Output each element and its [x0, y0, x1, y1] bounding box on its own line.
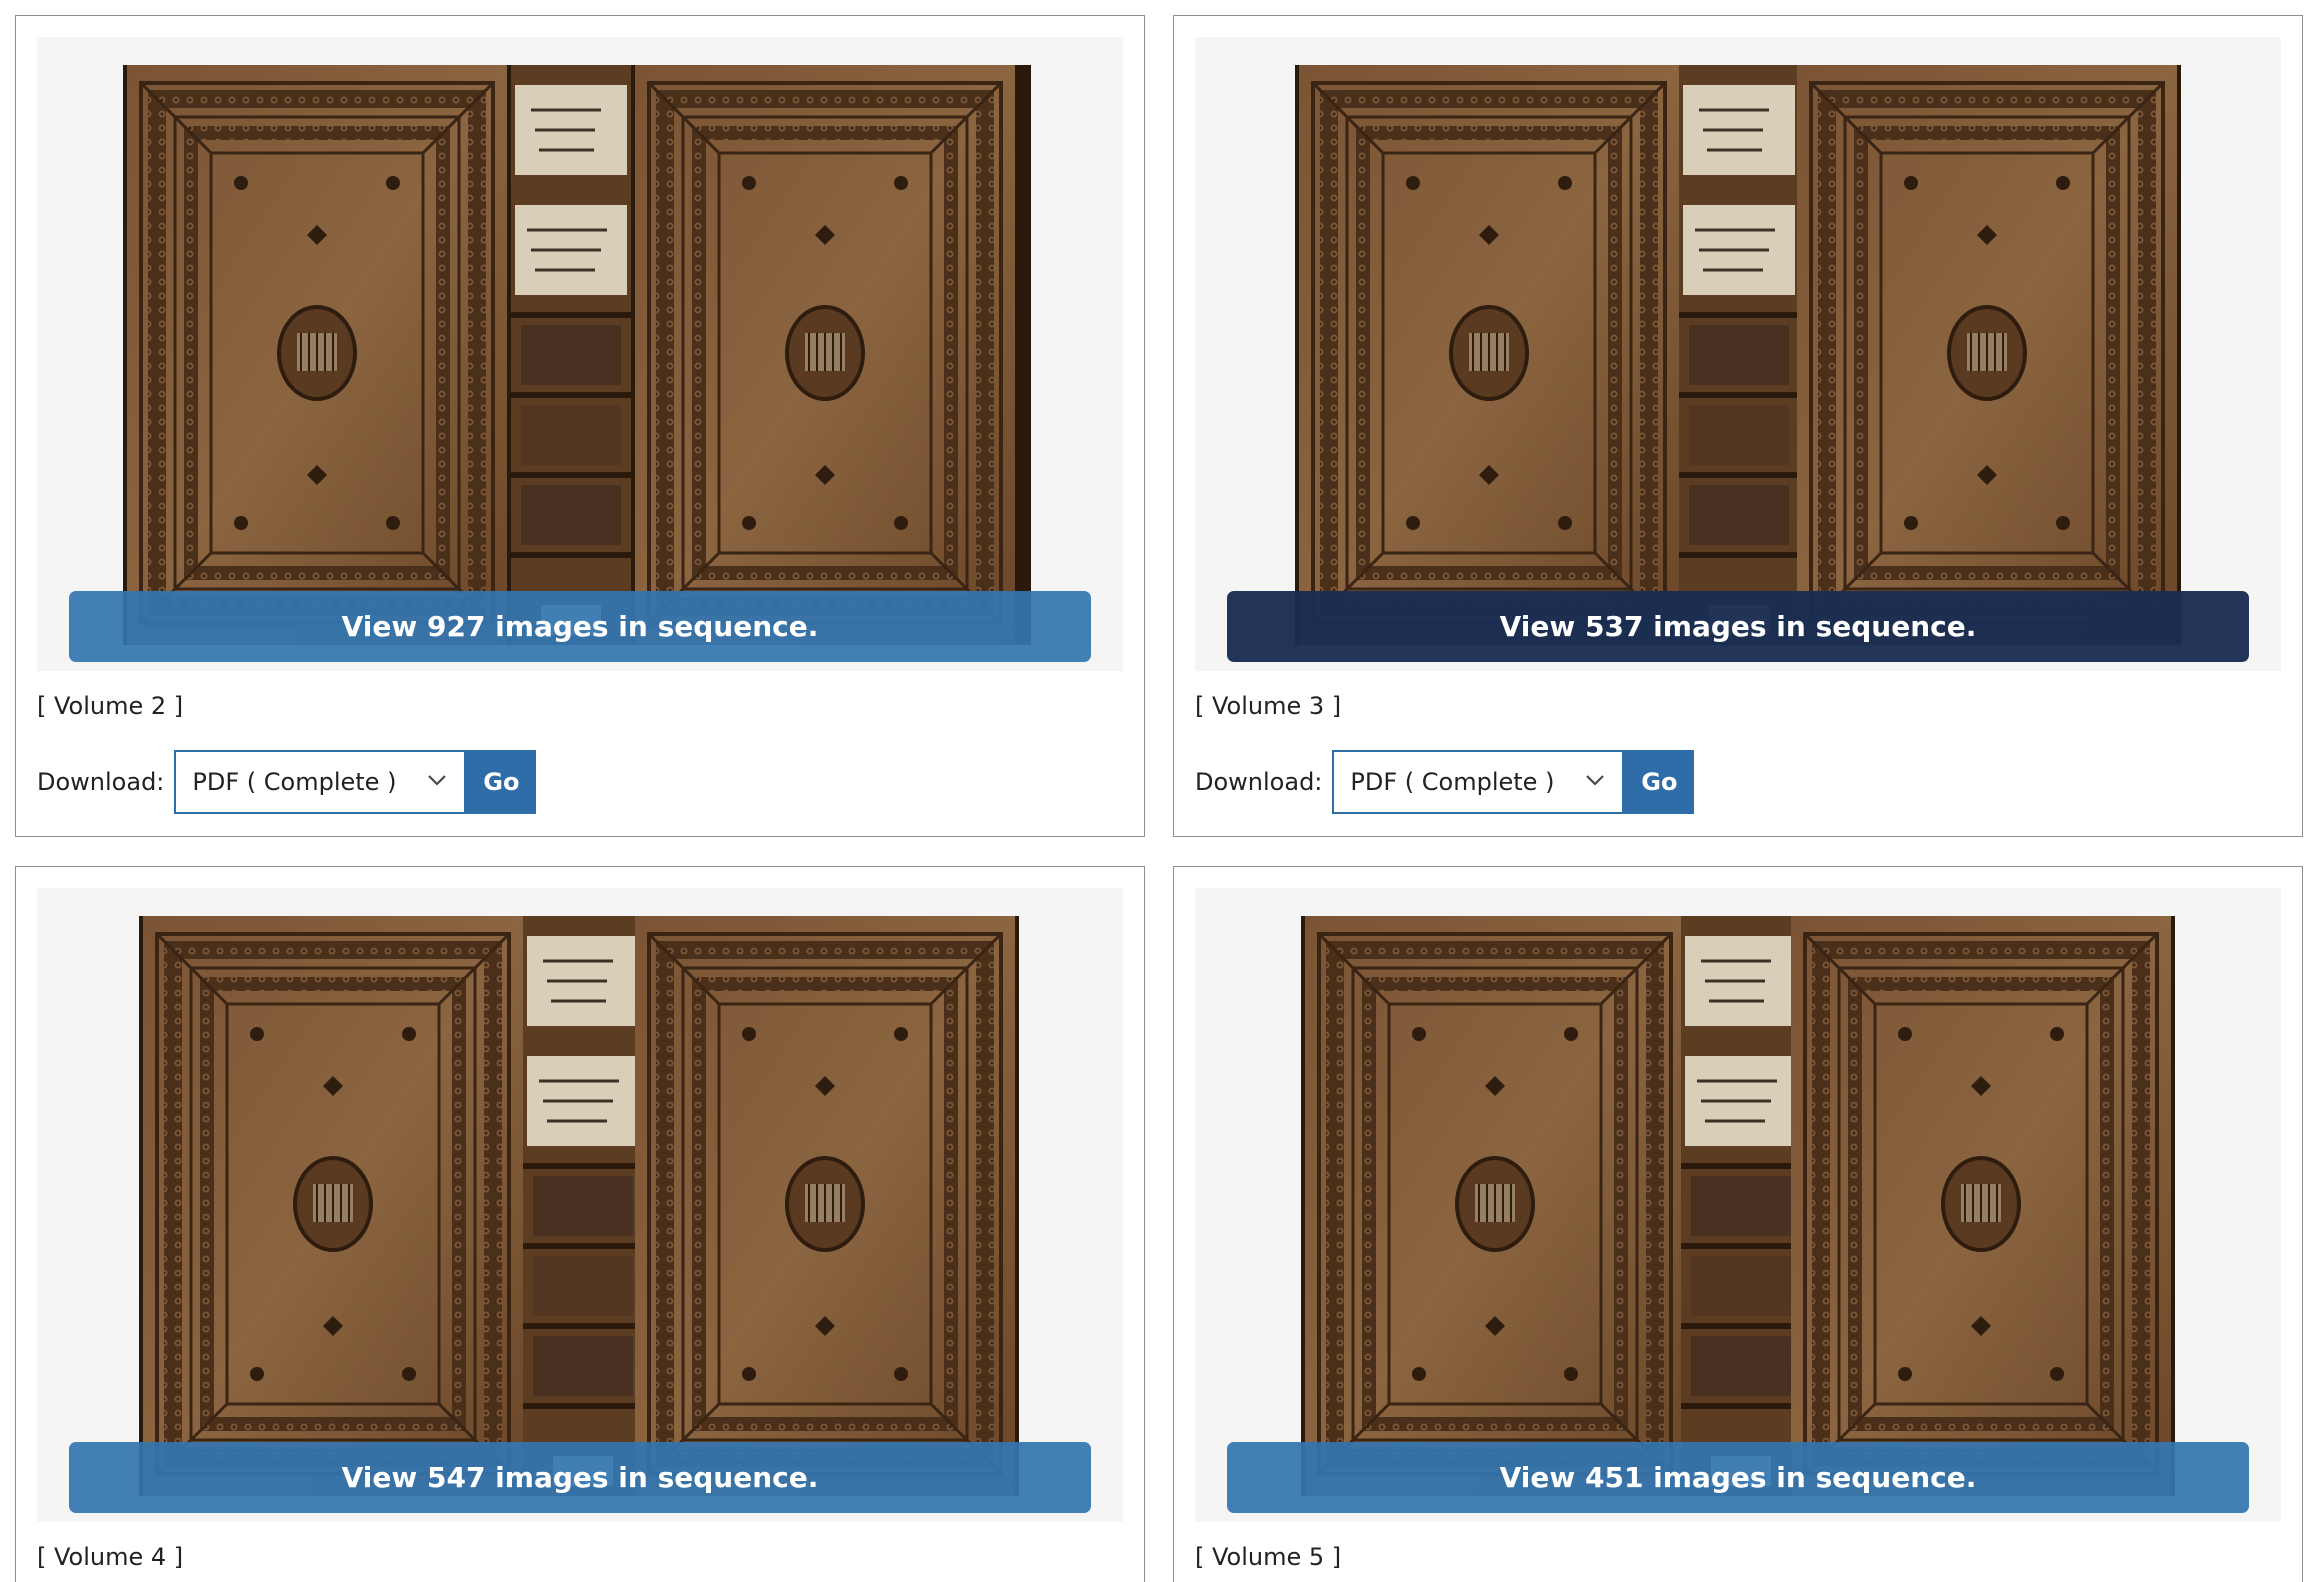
volume-card: View 927 images in sequence. [ Volume 2 …: [15, 15, 1145, 837]
volume-card: View 537 images in sequence. [ Volume 3 …: [1173, 15, 2303, 837]
thumbnail-area[interactable]: View 927 images in sequence.: [37, 37, 1123, 671]
chevron-down-icon: [428, 775, 447, 786]
volume-card: View 451 images in sequence. [ Volume 5 …: [1173, 866, 2303, 1582]
chevron-down-icon: [1586, 775, 1605, 786]
volume-label: [ Volume 3 ]: [1195, 692, 1342, 720]
thumbnail-area[interactable]: View 547 images in sequence.: [37, 888, 1123, 1522]
download-format-select[interactable]: PDF ( Complete ): [174, 750, 467, 814]
volume-label: [ Volume 2 ]: [37, 692, 184, 720]
download-format-value: PDF ( Complete ): [192, 768, 397, 796]
download-format-select[interactable]: PDF ( Complete ): [1332, 750, 1625, 814]
volume-label: [ Volume 5 ]: [1195, 1543, 1342, 1571]
view-sequence-button[interactable]: View 927 images in sequence.: [69, 591, 1091, 662]
book-cover-image[interactable]: [1301, 916, 2175, 1496]
download-row: Download: PDF ( Complete ) Go: [37, 750, 537, 814]
volume-card: View 547 images in sequence. [ Volume 4 …: [15, 866, 1145, 1582]
view-sequence-button[interactable]: View 451 images in sequence.: [1227, 1442, 2249, 1513]
book-cover-image[interactable]: [123, 65, 1031, 645]
book-cover-image[interactable]: [139, 916, 1019, 1496]
download-label: Download:: [1195, 768, 1323, 796]
go-button[interactable]: Go: [466, 750, 537, 814]
view-sequence-button[interactable]: View 537 images in sequence.: [1227, 591, 2249, 662]
book-cover-image[interactable]: [1295, 65, 2181, 645]
volume-grid: View 927 images in sequence. [ Volume 2 …: [0, 0, 2320, 1582]
thumbnail-area[interactable]: View 451 images in sequence.: [1195, 888, 2281, 1522]
download-format-value: PDF ( Complete ): [1350, 768, 1555, 796]
view-sequence-button[interactable]: View 547 images in sequence.: [69, 1442, 1091, 1513]
go-button[interactable]: Go: [1624, 750, 1695, 814]
download-label: Download:: [37, 768, 165, 796]
volume-label: [ Volume 4 ]: [37, 1543, 184, 1571]
thumbnail-area[interactable]: View 537 images in sequence.: [1195, 37, 2281, 671]
download-row: Download: PDF ( Complete ) Go: [1195, 750, 1695, 814]
